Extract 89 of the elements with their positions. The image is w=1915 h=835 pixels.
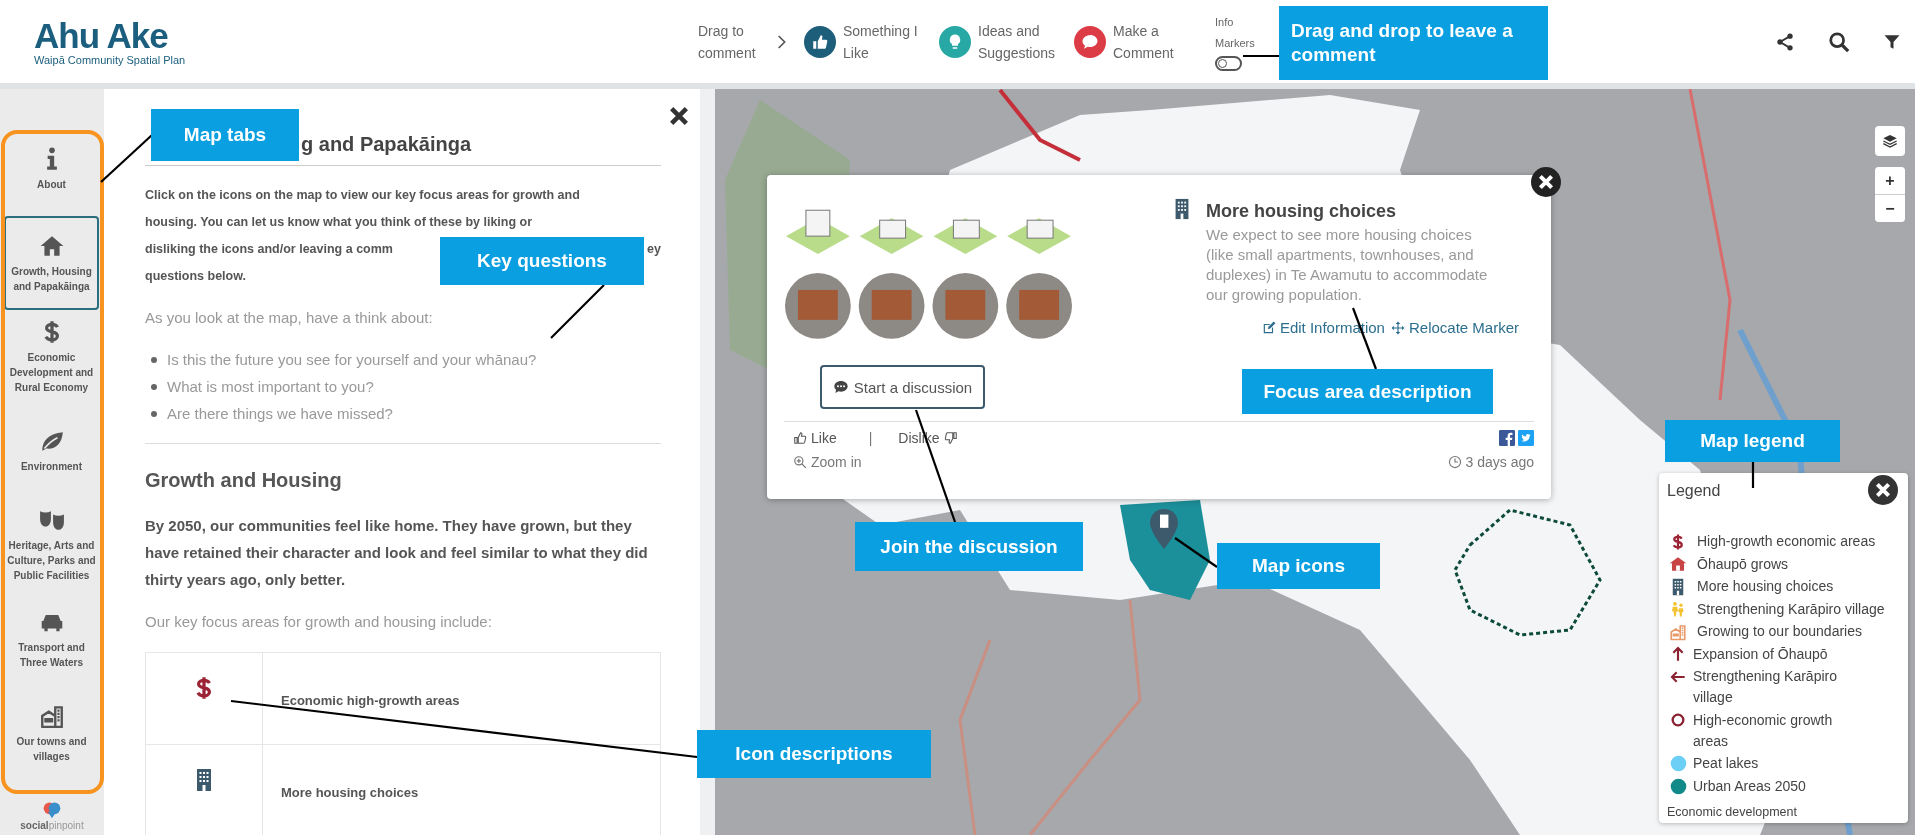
layers-icon [1882,133,1898,149]
leader-line [1751,462,1755,488]
marker-label: Make a Comment [1113,21,1175,63]
intro-text: disliking the icons and/or leaving a comm [145,241,393,258]
leader-line [100,134,153,183]
annotation-callout: Key questions [440,237,644,285]
prompt-text: As you look at the map, have a think about: [145,308,434,328]
legend-label: Expansion of Ōhaupō [1693,644,1828,664]
legend-label: Ōhaupō grows [1697,554,1789,574]
intro-text: Click on the icons on the map to view our key focus areas for growth and [145,187,580,204]
bullet-icon [151,410,157,417]
legend-footer-text: Economic development [1667,803,1798,821]
lightbulb-icon[interactable] [939,25,971,58]
brand-logo-text: socialpinpoint [20,820,84,831]
marker-label: Ideas and Suggestions [978,21,1057,63]
map-pin-icon [41,800,63,820]
logo-title: Ahu Ake [34,17,169,55]
legend-label: Growing to our boundaries [1697,622,1862,641]
chat-icon [832,379,849,395]
sidebar-tab[interactable]: Transport and Three Waters [4,592,99,686]
leader-line [1243,54,1279,58]
search-icon[interactable] [1828,30,1850,53]
question-text: What is most important to you? [167,377,374,397]
annotation-callout: Focus area description [1242,369,1493,414]
legend-label: More housing choices [1697,577,1834,596]
toggle-switch[interactable] [1215,56,1242,71]
legend-label: High-growth economic areas [1697,532,1876,551]
focus-area-label: More housing choices [280,784,419,802]
info-markers-label: Info Markers [1215,15,1256,51]
legend-label: Peat lakes [1693,754,1759,773]
legend-label: Strengthening Karāpiro village [1697,599,1885,619]
annotation-callout: Map icons [1217,543,1380,589]
sidebar-tab[interactable]: Growth, Housing and Papakāinga [4,216,99,310]
zoom-in-icon [793,455,807,469]
logo-subtitle: Waipā Community Spatial Plan [34,54,187,66]
vision-text: By 2050, our communities feel like home. They have grown, but they have retained their character and look and feel similar to what they did thirty years ago, only better. [145,516,649,590]
annotation-callout: Join the discussion [855,522,1083,571]
layers-button[interactable] [1875,126,1905,156]
filter-icon[interactable] [1883,32,1901,51]
leader-line [550,284,605,339]
close-button[interactable] [1531,167,1561,197]
thumbs-up-icon [793,431,807,445]
legend-label: High-economic growth areas [1693,710,1834,751]
twitter-icon[interactable] [1518,430,1534,446]
annotation-callout: Drag and drop to leave a comment [1279,6,1548,80]
legend-label: Urban Areas 2050 [1693,776,1806,796]
start-discussion-button[interactable]: Start a discussion [820,365,985,409]
focus-area-label: Economic high-growth areas [280,692,460,710]
bullet-icon [151,356,157,363]
intro-text: questions below. [145,268,246,285]
focus-intro-text: Our key focus areas for growth and housing include: [145,612,493,632]
annotation-callout: Map legend [1665,420,1840,462]
popup-description: We expect to see more housing choices (like small apartments, townhouses, and duplexes) in Te Awamutu to accommodate our growing population. [1206,225,1489,305]
like-button[interactable]: Like [793,427,837,449]
relocate-marker-link[interactable]: Relocate Marker [1390,319,1519,336]
close-button[interactable] [1868,475,1898,505]
annotation-callout: Icon descriptions [697,730,931,778]
marker-label: Something I Like [843,21,919,63]
zoom-in-button[interactable]: + [1875,167,1905,194]
leader-line [1174,537,1218,568]
legend-title: Legend [1667,481,1721,501]
question-text: Is this the future you see for yourself and your whānau? [167,350,537,370]
sidebar-tab[interactable]: About [4,122,99,216]
intro-text: housing. You can let us know what you think of these by liking or [145,214,533,231]
sidebar-tab[interactable]: Our towns and villages [4,686,99,780]
facebook-icon[interactable] [1499,430,1515,446]
edit-icon [1261,320,1276,335]
bullet-icon [151,383,157,390]
move-icon [1390,320,1405,335]
clock-icon [1447,455,1462,469]
zoom-in-link[interactable]: Zoom in [793,451,1448,473]
annotation-callout: Map tabs [151,109,299,161]
sidebar-tab[interactable]: Economic Development and Rural Economy [4,310,99,404]
sidebar-tab[interactable]: Heritage, Arts and Culture, Parks and Public Facilities [4,498,99,592]
timestamp-text: 3 days ago [1465,453,1534,472]
intro-text: ey [647,241,661,258]
thumbs-down-icon [943,431,958,445]
thumbs-up-icon[interactable] [804,25,836,58]
popup-title: More housing choices [1206,200,1397,223]
sidebar-tab[interactable]: Environment [4,404,99,498]
question-text: Are there things we have missed? [167,404,393,424]
section-heading: Growth and Housing [145,468,343,493]
share-icon[interactable] [1775,31,1795,52]
speech-bubble-icon[interactable] [1074,25,1106,58]
drag-hint: Drag to comment [698,21,757,63]
map-marker-icon[interactable] [1149,509,1179,549]
separator-text: | [868,429,873,448]
legend-label: Strengthening Karāpiro village [1693,667,1838,707]
zoom-out-button[interactable]: − [1875,195,1905,222]
